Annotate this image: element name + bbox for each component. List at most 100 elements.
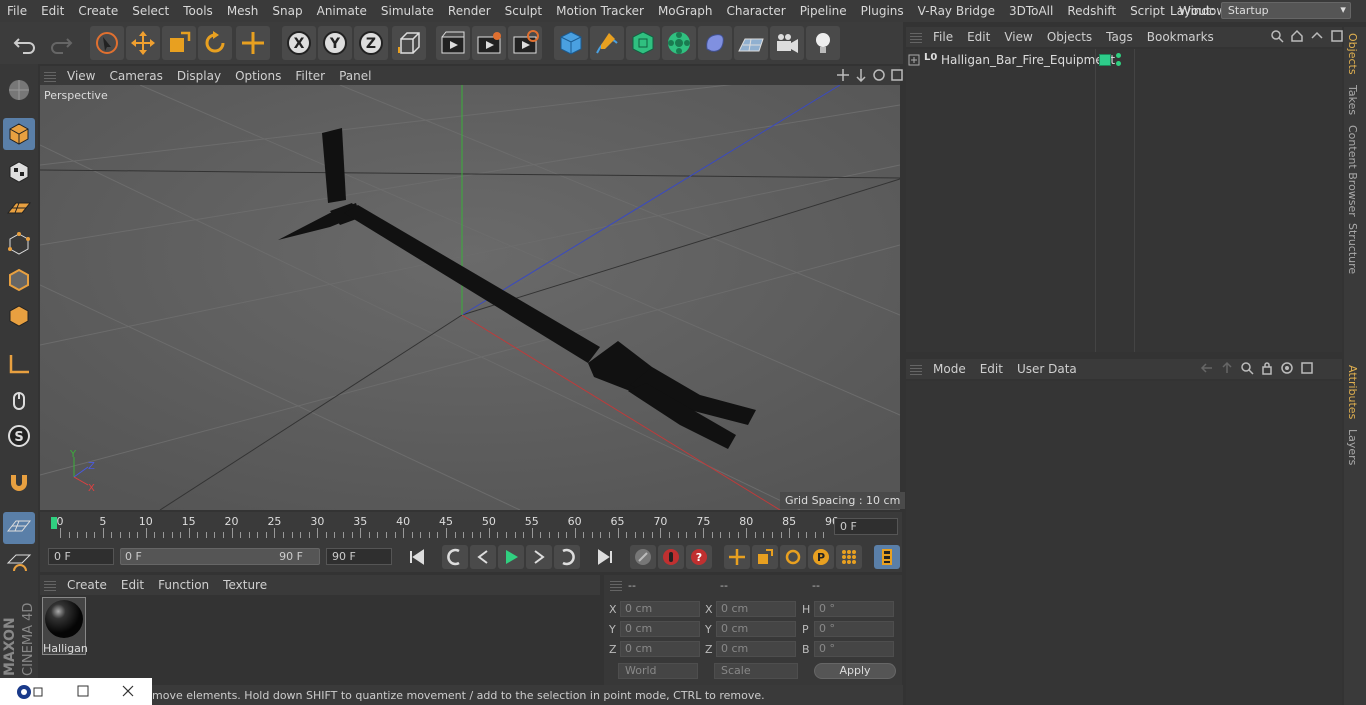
current-frame-field[interactable]: 0 F	[834, 518, 898, 535]
key-parameter-button[interactable]: P	[808, 545, 834, 569]
key-rotation-button[interactable]	[780, 545, 806, 569]
snap-settings-button[interactable]: S	[3, 420, 35, 452]
edges-mode-button[interactable]	[3, 264, 35, 296]
expand-icon[interactable]	[908, 54, 920, 66]
size-x-field[interactable]: 0 cm	[716, 601, 796, 617]
live-selection-button[interactable]	[90, 26, 124, 60]
render-visibility-dot[interactable]	[1116, 61, 1121, 66]
redo-button[interactable]	[44, 26, 78, 60]
key-scale-button[interactable]	[752, 545, 778, 569]
floor-environment-icon[interactable]	[734, 26, 768, 60]
size-z-field[interactable]: 0 cm	[716, 641, 796, 657]
viewport-menu-options[interactable]: Options	[228, 69, 288, 83]
layout-dropdown[interactable]: Startup	[1220, 2, 1351, 19]
rotate-view-icon[interactable]	[872, 68, 886, 82]
attributes-menu-edit[interactable]: Edit	[973, 362, 1010, 376]
attributes-menu-mode[interactable]: Mode	[926, 362, 973, 376]
tab-structure[interactable]: Structure	[1346, 223, 1359, 274]
menu-select[interactable]: Select	[125, 4, 176, 18]
material-menu-texture[interactable]: Texture	[216, 578, 274, 592]
material-menu-create[interactable]: Create	[60, 578, 114, 592]
previous-frame-button[interactable]	[470, 545, 496, 569]
object-name[interactable]: Halligan_Bar_Fire_Equipment	[941, 53, 1115, 67]
move-tool-button[interactable]	[126, 26, 160, 60]
autokeying-button[interactable]: ?	[686, 545, 712, 569]
tweak-mode-button[interactable]	[3, 384, 35, 416]
menu-tools[interactable]: Tools	[176, 4, 220, 18]
tab-takes[interactable]: Takes	[1346, 85, 1359, 115]
rotate-tool-button[interactable]	[198, 26, 232, 60]
axis-mode-button[interactable]	[3, 348, 35, 380]
play-button[interactable]	[498, 545, 524, 569]
menu-pipeline[interactable]: Pipeline	[793, 4, 854, 18]
menu-redshift[interactable]: Redshift	[1060, 4, 1123, 18]
start-frame-field[interactable]: 0 F	[48, 548, 114, 565]
menu-3dtoall[interactable]: 3DToAll	[1002, 4, 1060, 18]
magnet-snap-icon[interactable]	[3, 466, 35, 498]
rot-b-field[interactable]: 0 °	[814, 641, 894, 657]
pos-x-field[interactable]: 0 cm	[620, 601, 700, 617]
menu-edit[interactable]: Edit	[34, 4, 71, 18]
next-frame-button[interactable]	[526, 545, 552, 569]
menu-character[interactable]: Character	[719, 4, 792, 18]
link-icon[interactable]	[1310, 29, 1324, 43]
objects-menu-bookmarks[interactable]: Bookmarks	[1140, 30, 1221, 44]
editor-visibility-dot[interactable]	[1116, 53, 1121, 58]
tab-layers[interactable]: Layers	[1346, 429, 1359, 465]
render-settings-button[interactable]	[508, 26, 542, 60]
search-icon[interactable]	[1270, 29, 1284, 43]
size-mode-dropdown[interactable]: Scale	[714, 663, 798, 679]
end-frame-field[interactable]: 90 F	[326, 548, 392, 565]
menu-sculpt[interactable]: Sculpt	[498, 4, 549, 18]
go-to-end-button[interactable]	[592, 545, 618, 569]
points-mode-button[interactable]	[3, 228, 35, 260]
workplane-lock-icon[interactable]	[3, 548, 35, 580]
timeline-window-button[interactable]	[874, 545, 900, 569]
y-axis-lock-button[interactable]: Y	[318, 26, 352, 60]
objects-menu-objects[interactable]: Objects	[1040, 30, 1099, 44]
perspective-viewport[interactable]: Y Z X	[40, 85, 900, 510]
pos-z-field[interactable]: 0 cm	[620, 641, 700, 657]
viewport-menu-panel[interactable]: Panel	[332, 69, 378, 83]
new-attr-window-icon[interactable]	[1300, 361, 1314, 375]
restore-icon[interactable]	[32, 686, 44, 698]
menu-animate[interactable]: Animate	[310, 4, 374, 18]
key-point-level-button[interactable]	[836, 545, 862, 569]
pen-spline-icon[interactable]	[590, 26, 624, 60]
motion-record-icon[interactable]	[630, 545, 656, 569]
undo-button[interactable]	[8, 26, 42, 60]
texture-mode-button[interactable]	[3, 156, 35, 188]
next-key-button[interactable]	[554, 545, 580, 569]
object-row[interactable]: L0 Halligan_Bar_Fire_Equipment	[906, 51, 1342, 69]
home-icon[interactable]	[1290, 29, 1304, 43]
viewport-menu-filter[interactable]: Filter	[288, 69, 332, 83]
objects-menu-file[interactable]: File	[926, 30, 960, 44]
camera-icon[interactable]	[770, 26, 804, 60]
maximize-icon[interactable]	[77, 685, 89, 697]
objects-menu-view[interactable]: View	[997, 30, 1039, 44]
maximize-view-icon[interactable]	[890, 68, 904, 82]
menu-script[interactable]: Script	[1123, 4, 1172, 18]
cube-primitive-icon[interactable]	[554, 26, 588, 60]
menu-v-ray-bridge[interactable]: V-Ray Bridge	[911, 4, 1002, 18]
objects-menu-tags[interactable]: Tags	[1099, 30, 1140, 44]
search-attr-icon[interactable]	[1240, 361, 1254, 375]
key-position-button[interactable]	[724, 545, 750, 569]
menu-mesh[interactable]: Mesh	[220, 4, 266, 18]
z-axis-lock-button[interactable]: Z	[354, 26, 388, 60]
pan-icon[interactable]	[836, 68, 850, 82]
minimized-window-bar[interactable]	[0, 678, 152, 705]
render-view-button[interactable]	[436, 26, 470, 60]
x-axis-lock-button[interactable]: X	[282, 26, 316, 60]
coordinate-system-button[interactable]	[392, 26, 426, 60]
apply-button[interactable]: Apply	[814, 663, 896, 679]
rot-h-field[interactable]: 0 °	[814, 601, 894, 617]
menu-simulate[interactable]: Simulate	[374, 4, 441, 18]
viewport-menu-display[interactable]: Display	[170, 69, 228, 83]
attributes-menu-user-data[interactable]: User Data	[1010, 362, 1084, 376]
menu-render[interactable]: Render	[441, 4, 498, 18]
pos-y-field[interactable]: 0 cm	[620, 621, 700, 637]
go-to-start-button[interactable]	[404, 545, 430, 569]
layout-selector[interactable]: Layout: Startup	[1170, 2, 1351, 19]
frame-range-slider[interactable]: 0 F 90 F	[120, 548, 320, 565]
